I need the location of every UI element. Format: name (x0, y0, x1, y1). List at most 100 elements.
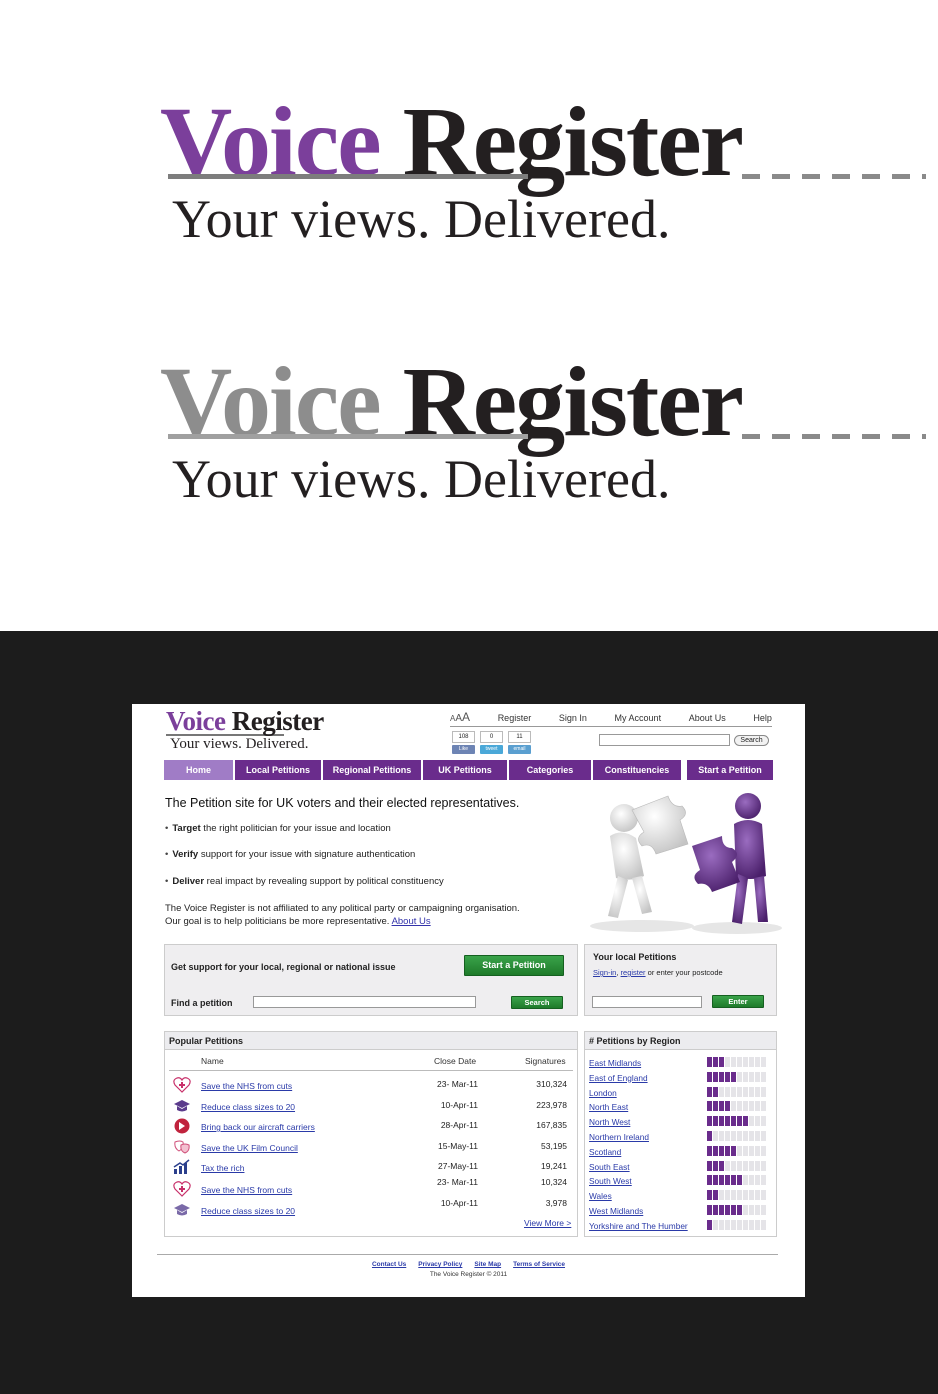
region-row[interactable]: Yorkshire and The Humber (589, 1219, 774, 1234)
region-name-link[interactable]: South East (589, 1162, 630, 1172)
top-link-about-us[interactable]: About Us (689, 713, 726, 723)
petition-row[interactable]: Save the NHS from cuts 23- Mar-11 10,324 (165, 1177, 579, 1199)
meter-segment (707, 1131, 712, 1141)
petition-name-link[interactable]: Bring back our aircraft carriers (201, 1122, 315, 1132)
facebook-like-icon[interactable]: Like (452, 745, 475, 754)
bullet-keyword: Deliver (172, 876, 205, 887)
region-name-link[interactable]: Northern Ireland (589, 1132, 649, 1142)
petition-row[interactable]: Bring back our aircraft carriers 28-Apr-… (165, 1118, 579, 1136)
nav-tab-categories[interactable]: Categories (509, 760, 591, 780)
top-link-register[interactable]: Register (498, 713, 532, 723)
email-icon[interactable]: email (508, 745, 531, 754)
region-row[interactable]: North East (589, 1100, 774, 1115)
meter-segment (749, 1131, 754, 1141)
petition-row[interactable]: Reduce class sizes to 20 10-Apr-11 3,978 (165, 1198, 579, 1220)
region-name-link[interactable]: East Midlands (589, 1058, 641, 1068)
region-name-link[interactable]: East of England (589, 1073, 648, 1083)
email-widget[interactable]: 11 email (508, 731, 531, 754)
email-count: 11 (508, 731, 531, 743)
petition-row[interactable]: Save the NHS from cuts 23- Mar-11 310,32… (165, 1077, 579, 1095)
site-search-input[interactable] (599, 734, 730, 746)
logo-tagline: Your views. Delivered. (172, 189, 671, 249)
region-name-link[interactable]: Yorkshire and The Humber (589, 1221, 688, 1231)
meter-segment (743, 1057, 748, 1067)
region-row[interactable]: Scotland (589, 1145, 774, 1160)
text-size-large[interactable]: A (462, 710, 470, 724)
meter-segment (737, 1057, 742, 1067)
region-row[interactable]: Wales (589, 1189, 774, 1204)
meter-segment (743, 1116, 748, 1127)
footer-link-site-map[interactable]: Site Map (474, 1261, 501, 1268)
region-row[interactable]: South East (589, 1160, 774, 1175)
nav-tab-local-petitions[interactable]: Local Petitions (235, 760, 321, 780)
view-more-link[interactable]: View More > (524, 1218, 571, 1228)
intro-bullet-target: Target the right politician for your iss… (165, 823, 390, 834)
meter-segment (719, 1205, 724, 1215)
site-logo[interactable]: Voice Register Your views. Delivered. (166, 706, 336, 752)
meter-segment (761, 1190, 766, 1201)
region-name-link[interactable]: Scotland (589, 1147, 621, 1157)
about-us-link[interactable]: About Us (392, 916, 431, 927)
petitions-by-region-title: # Petitions by Region (585, 1032, 776, 1050)
region-row[interactable]: North West (589, 1115, 774, 1130)
site-search-button[interactable]: Search (734, 735, 769, 746)
petition-name-link[interactable]: Save the UK Film Council (201, 1143, 298, 1153)
region-row[interactable]: East of England (589, 1071, 774, 1086)
region-name-link[interactable]: North East (589, 1102, 628, 1112)
nav-tab-start-petition[interactable]: Start a Petition (687, 760, 773, 780)
region-row[interactable]: West Midlands (589, 1204, 774, 1219)
petition-name-link[interactable]: Save the NHS from cuts (201, 1185, 292, 1195)
twitter-icon[interactable]: tweet (480, 745, 503, 754)
nav-tab-constituencies[interactable]: Constituencies (593, 760, 681, 780)
find-petition-input[interactable] (253, 996, 476, 1008)
petition-row[interactable]: Tax the rich 27-May-11 19,241 (165, 1159, 579, 1177)
disclaimer-line-2: Our goal is to help politicians be more … (165, 916, 431, 927)
nav-tab-uk-petitions[interactable]: UK Petitions (423, 760, 507, 780)
region-row[interactable]: South West (589, 1174, 774, 1189)
meter-segment (731, 1175, 736, 1186)
footer-link-contact-us[interactable]: Contact Us (372, 1261, 406, 1268)
meter-segment (761, 1205, 766, 1215)
top-link-sign-in[interactable]: Sign In (559, 713, 587, 723)
meter-segment (713, 1145, 718, 1156)
region-name-link[interactable]: South West (589, 1176, 632, 1186)
petition-signatures: 3,978 (545, 1198, 567, 1208)
text-size-medium[interactable]: A (455, 713, 462, 724)
region-name-link[interactable]: London (589, 1088, 617, 1098)
meter-segment (749, 1219, 754, 1230)
meter-segment (761, 1101, 766, 1112)
region-name-link[interactable]: North West (589, 1117, 630, 1127)
region-row[interactable]: East Midlands (589, 1056, 774, 1071)
petition-name-link[interactable]: Reduce class sizes to 20 (201, 1102, 295, 1112)
region-name-link[interactable]: West Midlands (589, 1206, 643, 1216)
top-link-help[interactable]: Help (753, 713, 772, 723)
sign-in-link[interactable]: Sign-in (593, 968, 616, 977)
start-petition-button[interactable]: Start a Petition (464, 955, 564, 976)
region-name-link[interactable]: Wales (589, 1191, 612, 1201)
register-link[interactable]: register (621, 968, 646, 977)
footer-link-terms-of-service[interactable]: Terms of Service (513, 1261, 565, 1268)
postcode-enter-button[interactable]: Enter (712, 995, 764, 1008)
petition-name-link[interactable]: Save the NHS from cuts (201, 1081, 292, 1091)
meter-segment (725, 1086, 730, 1097)
region-row[interactable]: London (589, 1086, 774, 1101)
logo-greyscale: Voice Register Your views. Delivered. (160, 352, 926, 508)
meter-segment (707, 1086, 712, 1097)
postcode-input[interactable] (592, 996, 702, 1008)
top-link-my-account[interactable]: My Account (615, 713, 662, 723)
nav-tab-home[interactable]: Home (164, 760, 233, 780)
tweet-widget[interactable]: 0 tweet (480, 731, 503, 754)
petition-name-link[interactable]: Tax the rich (201, 1163, 244, 1173)
find-petition-search-button[interactable]: Search (511, 996, 563, 1009)
petition-row[interactable]: Save the UK Film Council 15-May-11 53,19… (165, 1139, 579, 1157)
meter-segment (713, 1205, 718, 1215)
tweet-count: 0 (480, 731, 503, 743)
region-row[interactable]: Northern Ireland (589, 1130, 774, 1145)
nav-tab-regional-petitions[interactable]: Regional Petitions (323, 760, 421, 780)
petition-name-link[interactable]: Reduce class sizes to 20 (201, 1206, 295, 1216)
petition-row[interactable]: Reduce class sizes to 20 10-Apr-11 223,9… (165, 1098, 579, 1116)
footer-link-privacy-policy[interactable]: Privacy Policy (418, 1261, 462, 1268)
facebook-like-widget[interactable]: 108 Like (452, 731, 475, 754)
logo-underline (160, 174, 926, 184)
find-petition-label: Find a petition (171, 998, 233, 1008)
